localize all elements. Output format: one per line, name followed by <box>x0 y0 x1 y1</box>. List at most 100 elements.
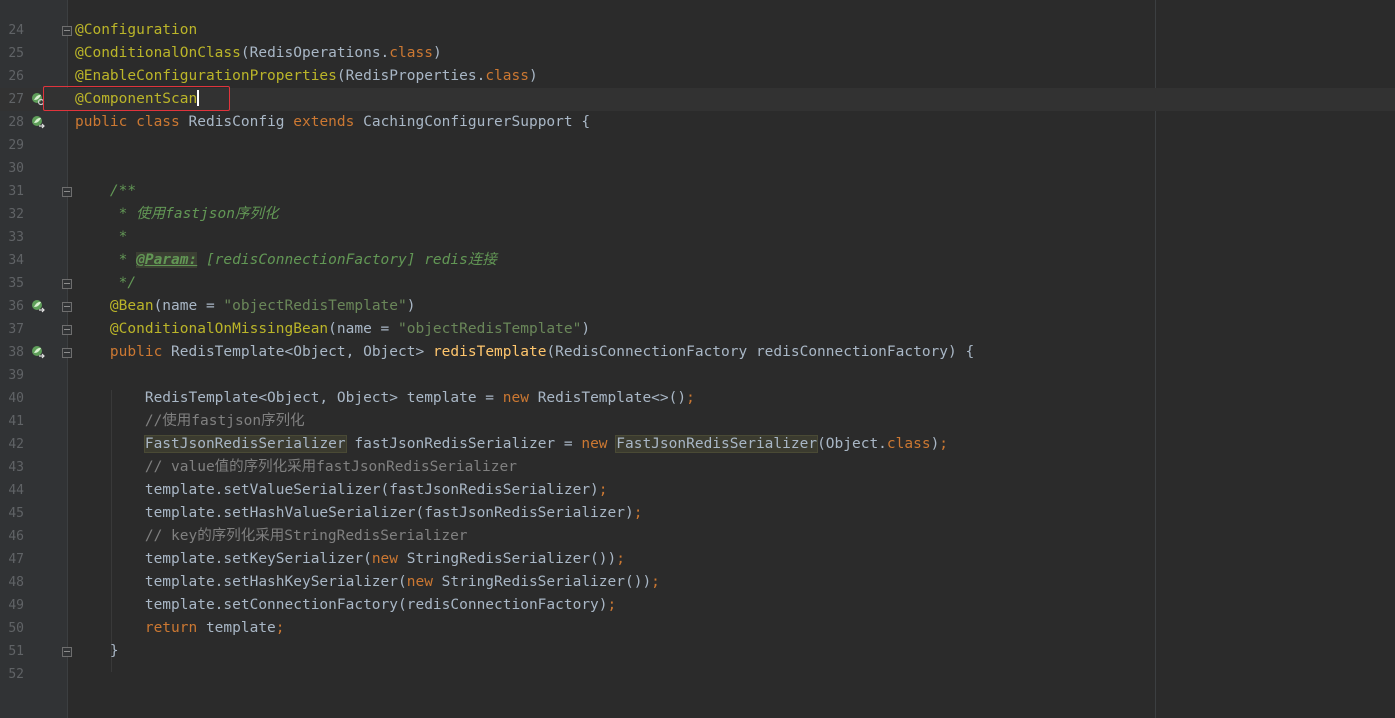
line-number[interactable]: 45 <box>0 502 24 525</box>
code-text[interactable]: @Configuration <box>75 19 197 42</box>
line-number[interactable]: 39 <box>0 364 24 387</box>
code-text[interactable]: RedisTemplate<Object, Object> template =… <box>75 387 695 410</box>
line-number[interactable]: 52 <box>0 663 24 686</box>
code-line[interactable]: 31 /** <box>0 180 1395 203</box>
line-number[interactable]: 34 <box>0 249 24 272</box>
line-number[interactable]: 35 <box>0 272 24 295</box>
code-text[interactable]: * 使用fastjson序列化 <box>75 203 279 226</box>
fold-toggle-icon[interactable] <box>62 187 72 197</box>
code-line[interactable]: 28 public class RedisConfig extends Cachi… <box>0 111 1395 134</box>
line-number[interactable]: 49 <box>0 594 24 617</box>
code-token: new <box>502 390 538 406</box>
code-text[interactable]: @ConditionalOnClass(RedisOperations.clas… <box>75 42 442 65</box>
line-number[interactable]: 26 <box>0 65 24 88</box>
line-number[interactable]: 46 <box>0 525 24 548</box>
line-number[interactable]: 41 <box>0 410 24 433</box>
code-token: CachingConfigurerSupport { <box>363 114 591 130</box>
code-line[interactable]: 45 template.setHashValueSerializer(fastJ… <box>0 502 1395 525</box>
code-token: RedisTemplate<Object, Object> <box>171 344 433 360</box>
code-line[interactable]: 40 RedisTemplate<Object, Object> templat… <box>0 387 1395 410</box>
fold-toggle-icon[interactable] <box>62 647 72 657</box>
code-line[interactable]: 24 @Configuration <box>0 19 1395 42</box>
code-text[interactable]: public class RedisConfig extends Caching… <box>75 111 590 134</box>
code-line[interactable]: 34 * @Param: [redisConnectionFactory] re… <box>0 249 1395 272</box>
code-text[interactable]: public RedisTemplate<Object, Object> red… <box>75 341 974 364</box>
code-line[interactable]: 32 * 使用fastjson序列化 <box>0 203 1395 226</box>
code-line[interactable]: 52 <box>0 663 1395 686</box>
fold-toggle-icon[interactable] <box>62 325 72 335</box>
code-line[interactable]: 41 //使用fastjson序列化 <box>0 410 1395 433</box>
fold-toggle-icon[interactable] <box>62 348 72 358</box>
code-line[interactable]: 35 */ <box>0 272 1395 295</box>
code-text[interactable]: /** <box>75 180 136 203</box>
line-number[interactable]: 29 <box>0 134 24 157</box>
code-line[interactable]: 46 // key的序列化采用StringRedisSerializer <box>0 525 1395 548</box>
line-number[interactable]: 37 <box>0 318 24 341</box>
spring-bean-navigate-icon[interactable] <box>31 299 45 313</box>
code-text[interactable]: // key的序列化采用StringRedisSerializer <box>75 525 468 548</box>
line-number[interactable]: 30 <box>0 157 24 180</box>
code-line[interactable]: 39 <box>0 364 1395 387</box>
code-line[interactable]: 26 @EnableConfigurationProperties(RedisPr… <box>0 65 1395 88</box>
code-text[interactable]: * @Param: [redisConnectionFactory] redis… <box>75 249 497 272</box>
code-line[interactable]: 42 FastJsonRedisSerializer fastJsonRedis… <box>0 433 1395 456</box>
fold-toggle-icon[interactable] <box>62 26 72 36</box>
code-text[interactable]: template.setHashKeySerializer(new String… <box>75 571 660 594</box>
code-line[interactable]: 30 <box>0 157 1395 180</box>
line-number[interactable]: 44 <box>0 479 24 502</box>
spring-bean-navigate-icon[interactable] <box>31 345 45 359</box>
line-number[interactable]: 36 <box>0 295 24 318</box>
code-editor[interactable]: 24 @Configuration 25 @ConditionalOnClass(Re… <box>0 0 1395 718</box>
line-number[interactable]: 28 <box>0 111 24 134</box>
line-number[interactable]: 48 <box>0 571 24 594</box>
code-line[interactable]: 48 template.setHashKeySerializer(new Str… <box>0 571 1395 594</box>
code-line[interactable]: 33 * <box>0 226 1395 249</box>
code-token: ; <box>616 551 625 567</box>
line-number[interactable]: 42 <box>0 433 24 456</box>
line-number[interactable]: 24 <box>0 19 24 42</box>
code-text[interactable]: * <box>75 226 128 249</box>
fold-toggle-icon[interactable] <box>62 302 72 312</box>
code-line[interactable]: 44 template.setValueSerializer(fastJsonR… <box>0 479 1395 502</box>
code-text[interactable]: template.setKeySerializer(new StringRedi… <box>75 548 625 571</box>
line-number[interactable]: 27 <box>0 88 24 111</box>
code-token: // key的序列化采用StringRedisSerializer <box>75 528 468 544</box>
code-text[interactable]: FastJsonRedisSerializer fastJsonRedisSer… <box>75 433 948 456</box>
code-text[interactable]: return template; <box>75 617 285 640</box>
code-token: "objectRedisTemplate" <box>398 321 582 337</box>
code-token: public <box>75 344 172 360</box>
fold-toggle-icon[interactable] <box>62 279 72 289</box>
code-text[interactable]: @Bean(name = "objectRedisTemplate") <box>75 295 416 318</box>
code-text[interactable]: } <box>75 640 119 663</box>
line-number[interactable]: 50 <box>0 617 24 640</box>
code-text[interactable]: //使用fastjson序列化 <box>75 410 305 433</box>
code-line[interactable]: 37 @ConditionalOnMissingBean(name = "obj… <box>0 318 1395 341</box>
code-line[interactable]: 38 public RedisTemplate<Object, Object> … <box>0 341 1395 364</box>
line-number[interactable]: 31 <box>0 180 24 203</box>
line-number[interactable]: 33 <box>0 226 24 249</box>
line-number[interactable]: 47 <box>0 548 24 571</box>
code-line[interactable]: 36 @Bean(name = "objectRedisTemplate") <box>0 295 1395 318</box>
line-number[interactable]: 43 <box>0 456 24 479</box>
code-text[interactable]: template.setHashValueSerializer(fastJson… <box>75 502 643 525</box>
spring-bean-icon[interactable] <box>31 115 45 129</box>
code-token: @ConditionalOnMissingBean <box>75 321 329 337</box>
line-number[interactable]: 25 <box>0 42 24 65</box>
code-text[interactable]: */ <box>75 272 136 295</box>
code-line[interactable]: 47 template.setKeySerializer(new StringR… <box>0 548 1395 571</box>
code-line[interactable]: 49 template.setConnectionFactory(redisCo… <box>0 594 1395 617</box>
line-number[interactable]: 40 <box>0 387 24 410</box>
code-line[interactable]: 43 // value值的序列化采用fastJsonRedisSerialize… <box>0 456 1395 479</box>
code-text[interactable]: template.setConnectionFactory(redisConne… <box>75 594 616 617</box>
code-line[interactable]: 50 return template; <box>0 617 1395 640</box>
line-number[interactable]: 38 <box>0 341 24 364</box>
code-text[interactable]: @ConditionalOnMissingBean(name = "object… <box>75 318 590 341</box>
code-line[interactable]: 25 @ConditionalOnClass(RedisOperations.cl… <box>0 42 1395 65</box>
code-line[interactable]: 51 } <box>0 640 1395 663</box>
line-number[interactable]: 51 <box>0 640 24 663</box>
code-text[interactable]: // value值的序列化采用fastJsonRedisSerializer <box>75 456 517 479</box>
code-text[interactable]: @EnableConfigurationProperties(RedisProp… <box>75 65 538 88</box>
code-text[interactable]: template.setValueSerializer(fastJsonRedi… <box>75 479 608 502</box>
code-line[interactable]: 29 <box>0 134 1395 157</box>
line-number[interactable]: 32 <box>0 203 24 226</box>
